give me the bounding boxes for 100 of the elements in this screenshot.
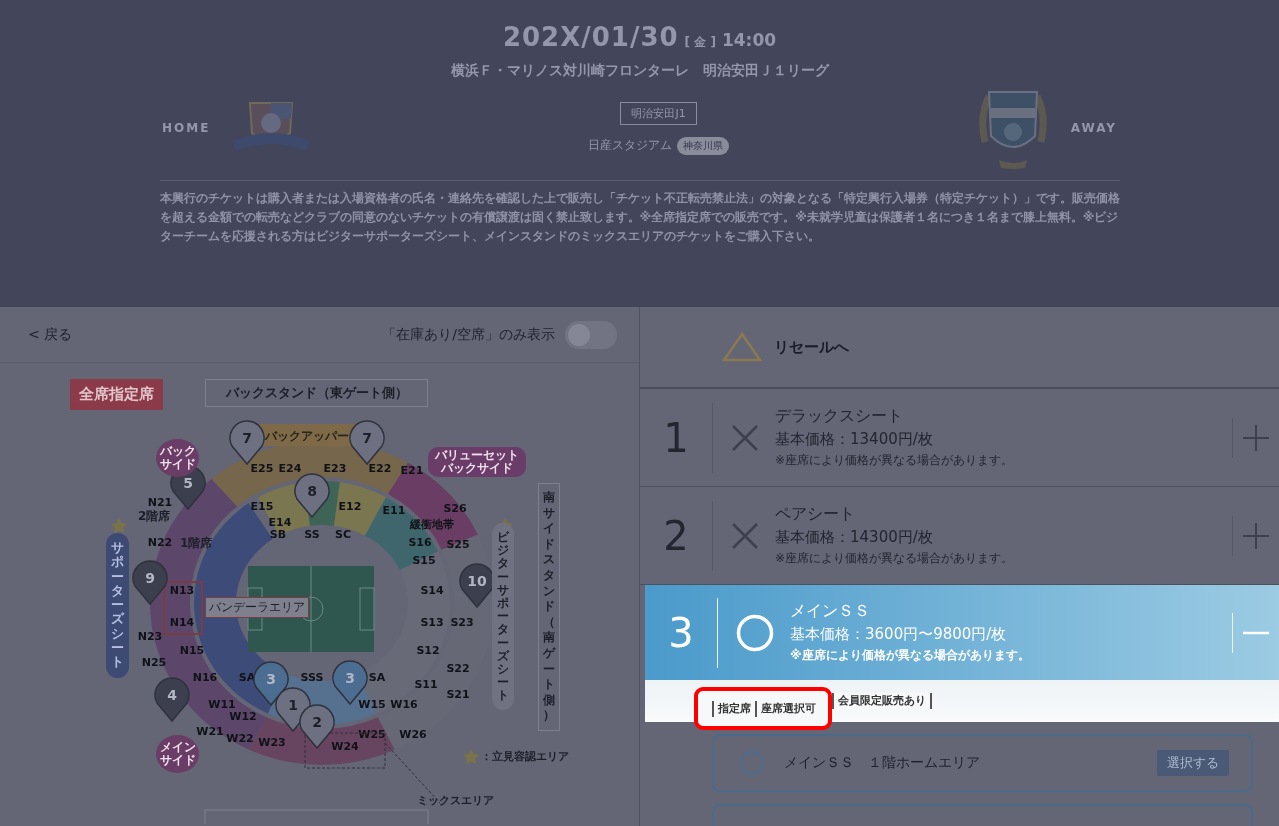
section-label: W25 (358, 728, 386, 741)
seat-name: デラックスシート (775, 406, 904, 427)
filter-label: 「在庫あり/空席」のみ表示 (382, 325, 555, 344)
option-card[interactable]: メインＳＳ １階ホームエリア 選択する (712, 734, 1253, 792)
notice-text: 本興行のチケットは購入者または入場資格者の氏名・連絡先を確認した上で販売し「チケット不正転売禁止法」の対象となる「特定興行入場券（特定チケット）」です。販売価格を超える金額での転売などクラブの同意のないチケットの有償譲渡は固く禁止致します。※全席指定席での販売です。※未就学児童は保護者１名につき１名まで膝上無料。※ビジターチームを応援される方はビジターサポーターズシート、メインスタンドのミックスエリアのチケットをご購入下さい。 (159, 180, 1120, 246)
event-weekday: [ 金 ] (684, 34, 716, 51)
section-label: S22 (446, 662, 470, 675)
section-label: SS (304, 528, 320, 541)
seat-name: ペアシート (775, 504, 856, 525)
section-label: SB (269, 528, 287, 541)
event-time: 14:00 (721, 30, 777, 50)
seat-price: 基本価格：3600円〜9800円/枚 (790, 625, 1008, 644)
mix-area-label: ミックスエリア (417, 793, 494, 808)
league-tag: 明治安田J1 (620, 101, 697, 125)
cross-icon (731, 521, 759, 550)
south-stand-label: 南サイドスタンド（南ゲート側） (538, 483, 560, 731)
section-label: E21 (400, 464, 424, 477)
star-icon (111, 518, 127, 534)
section-label: W16 (390, 698, 418, 711)
price-note: ※座席により価格が異なる場合があります。 (775, 452, 1015, 469)
stand-label: バックスタンド（東ゲート側） (205, 379, 428, 407)
price-note: ※座席により価格が異なる場合があります。 (775, 550, 1015, 567)
section-label: E11 (382, 504, 406, 517)
section-label: SA (238, 671, 256, 684)
seat-price: 基本価格：14300円/枚 (775, 528, 934, 547)
triangle-icon (722, 332, 762, 362)
radio-button[interactable] (740, 751, 764, 775)
section-label: E24 (278, 462, 302, 475)
seat-price: 基本価格：13400円/枚 (775, 430, 934, 449)
row-number: 1 (662, 414, 690, 461)
star-icon (463, 749, 479, 765)
filter-toggle[interactable] (565, 320, 617, 349)
away-label: AWAY (1070, 121, 1117, 135)
side-seat-label: メインサイド (156, 735, 199, 773)
section-label: S21 (446, 688, 470, 701)
venue-name: 日産スタジアム (588, 137, 673, 154)
price-note: ※座席により価格が異なる場合があります。 (790, 647, 1031, 664)
floor-label: 1階席 (180, 535, 213, 552)
supporters-seat-label: サポーターズシート (106, 533, 129, 678)
section-label: W26 (399, 728, 427, 741)
section-label: E25 (250, 462, 274, 475)
section-label: S25 (446, 538, 470, 551)
section-label: S15 (412, 554, 436, 567)
section-label: S16 (408, 536, 432, 549)
section-label: 緩衝地帯 (410, 518, 454, 531)
row-number: 2 (662, 512, 690, 559)
map-pin[interactable]: 3 (253, 661, 289, 706)
section-label: N13 (169, 584, 195, 597)
section-label: W11 (208, 698, 236, 711)
prefecture-tag: 神奈川県 (677, 136, 730, 155)
section-label: S11 (414, 678, 438, 691)
back-link[interactable]: < 戻る (28, 325, 73, 344)
section-label: N25 (141, 656, 167, 669)
plus-icon[interactable] (1243, 424, 1269, 451)
section-label: W21 (196, 725, 224, 738)
select-button[interactable]: 選択する (1157, 750, 1229, 776)
section-label: W22 (226, 732, 254, 745)
map-pin[interactable]: 7 (349, 420, 385, 465)
section-label: E12 (338, 500, 362, 513)
section-label: E14 (268, 516, 292, 529)
section-label: S12 (416, 644, 440, 657)
section-label: SC (335, 528, 351, 541)
plus-icon[interactable] (1243, 522, 1269, 549)
section-label: N14 (169, 616, 195, 629)
bandera-area-label: バンデーラエリア (205, 597, 309, 618)
match-title: 横浜Ｆ・マリノス対川崎フロンターレ 明治安田Ｊ１リーグ (450, 62, 829, 80)
seat-type-row[interactable]: 1 デラックスシート 基本価格：13400円/枚 ※座席により価格が異なる場合があります。 (640, 389, 1279, 487)
floor-label: 2階席 (138, 508, 171, 525)
seat-name: メインＳＳ (790, 601, 871, 622)
section-label: W23 (258, 736, 286, 749)
section-label: W12 (229, 710, 257, 723)
section-label: SA (368, 671, 386, 684)
bandera-area-outline (163, 581, 203, 635)
section-label: N16 (192, 671, 218, 684)
value-set-label: バリューセットバックサイド (428, 447, 526, 477)
event-date: 202X/01/30 (502, 22, 679, 52)
section-label: E23 (323, 462, 347, 475)
option-name: メインＳＳ １階ホームエリア (784, 754, 981, 772)
map-pin[interactable]: 4 (154, 677, 190, 722)
map-pin[interactable]: 7 (229, 420, 265, 465)
resale-link[interactable]: リセールへ (774, 337, 849, 357)
seat-tag: 会員限定販売あり (832, 693, 932, 709)
visitor-seat-label: ビジターサポーターズシート (492, 523, 514, 711)
upper-stand-label: バックアッパー (265, 429, 349, 443)
home-label: HOME (162, 121, 211, 135)
row-number: 3 (667, 609, 695, 656)
seat-type-row[interactable]: 3 メインＳＳ 基本価格：3600円〜9800円/枚 ※座席により価格が異なる場合があります。 (645, 585, 1279, 680)
section-label: SSS (300, 671, 324, 684)
section-label: S26 (443, 502, 467, 515)
section-label: N23 (137, 630, 163, 643)
section-label: E15 (250, 500, 274, 513)
section-label: N15 (179, 644, 205, 657)
section-label: N21 (147, 496, 173, 509)
side-seat-label: バックサイド (156, 439, 199, 477)
circle-icon (736, 613, 774, 652)
map-pin[interactable]: 9 (132, 560, 168, 605)
cross-icon (731, 423, 759, 452)
section-label: S23 (450, 616, 474, 629)
legend-text: ：立見容認エリア (481, 749, 569, 764)
section-label: N22 (147, 536, 173, 549)
